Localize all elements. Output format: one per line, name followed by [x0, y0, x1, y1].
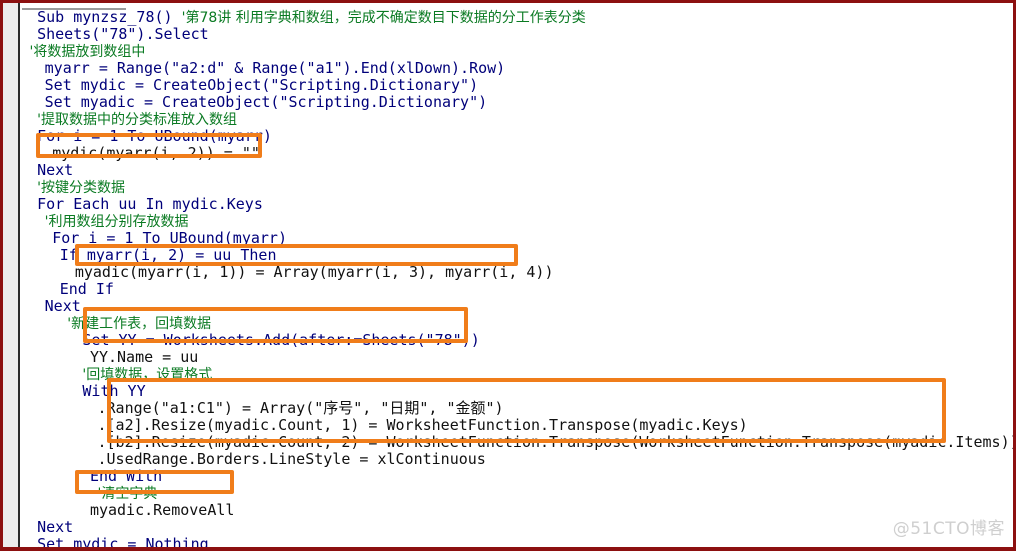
code-token: myarr = Range("a2:d" & Range("a1").End(x…	[44, 59, 506, 77]
clipped-previous-code-line	[27, 3, 54, 6]
editor-margin-indicator-bar	[3, 3, 20, 547]
myadic-array-assignment-box	[75, 244, 518, 266]
code-line: '将数据放到数组中	[22, 43, 1007, 60]
code-token: Sub mynzsz_78()	[37, 8, 182, 26]
code-line: For Each uu In mydic.Keys	[22, 196, 1007, 213]
code-token: '按键分类数据	[37, 180, 125, 196]
code-token: End If	[59, 280, 114, 298]
code-line: '利用数组分别存放数据	[22, 213, 1007, 230]
code-token: .UsedRange.Borders.LineStyle = xlContinu…	[97, 450, 486, 468]
code-token: '第78讲 利用字典和数组，完成不确定数目下数据的分工作表分类	[181, 10, 586, 26]
code-token: '利用数组分别存放数据	[44, 214, 189, 230]
worksheet-add-box	[83, 307, 468, 343]
code-line: '按键分类数据	[22, 179, 1007, 196]
mydic-assignment-box	[36, 133, 262, 158]
vba-code-screenshot: Sub mynzsz_78() '第78讲 利用字典和数组，完成不确定数目下数据…	[0, 0, 1016, 551]
code-token: YY.Name = uu	[89, 348, 199, 366]
code-line: .UsedRange.Borders.LineStyle = xlContinu…	[22, 451, 1007, 468]
code-line: Set mydic = CreateObject("Scripting.Dict…	[22, 77, 1007, 94]
code-line: Set mydic = Nothing	[22, 535, 1007, 551]
code-token: Next	[37, 518, 74, 536]
code-line: myarr = Range("a2:d" & Range("a1").End(x…	[22, 60, 1007, 77]
removeall-box	[75, 470, 234, 494]
code-line: myadic(myarr(i, 1)) = Array(myarr(i, 3),…	[22, 264, 1007, 281]
code-token: Set mydic = Nothing	[37, 535, 209, 551]
code-line: YY.Name = uu	[22, 349, 1007, 366]
code-token: myadic.RemoveAll	[89, 501, 235, 519]
code-token: Set mydic = CreateObject("Scripting.Dict…	[44, 76, 479, 94]
code-line: End If	[22, 281, 1007, 298]
code-token: For Each uu In mydic.Keys	[37, 195, 263, 213]
code-line: Set myadic = CreateObject("Scripting.Dic…	[22, 94, 1007, 111]
code-line: '提取数据中的分类标准放入数组	[22, 111, 1007, 128]
code-token: Set myadic = CreateObject("Scripting.Dic…	[44, 93, 488, 111]
code-line: myadic.RemoveAll	[22, 502, 1007, 519]
code-token: '将数据放到数组中	[29, 44, 146, 60]
watermark-label: @51CTO博客	[892, 519, 1005, 539]
code-line: Next	[22, 519, 1007, 536]
code-token: Next	[37, 161, 74, 179]
with-yy-block-box	[107, 378, 946, 443]
code-token: '提取数据中的分类标准放入数组	[37, 112, 237, 128]
code-token: Next	[44, 297, 81, 315]
code-line: Sheets("78").Select	[22, 26, 1007, 43]
code-token: Sheets("78").Select	[37, 25, 209, 43]
code-line: Sub mynzsz_78() '第78讲 利用字典和数组，完成不确定数目下数据…	[22, 8, 1007, 27]
code-line: Next	[22, 162, 1007, 179]
code-listing[interactable]: Sub mynzsz_78() '第78讲 利用字典和数组，完成不确定数目下数据…	[22, 8, 1013, 551]
